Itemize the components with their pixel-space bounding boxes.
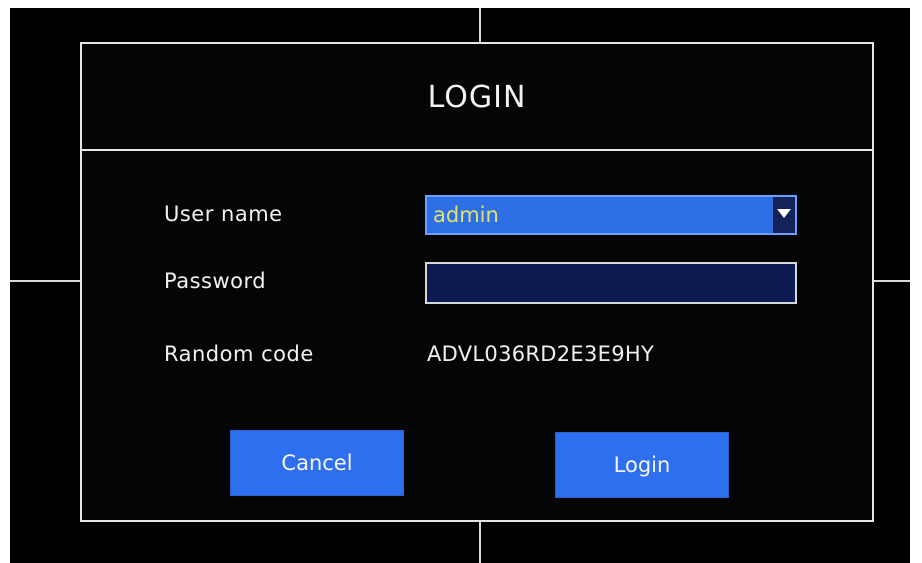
- grid-line-vertical-bottom: [479, 522, 481, 563]
- username-label: User name: [164, 202, 283, 226]
- dropdown-toggle-button[interactable]: [773, 197, 795, 233]
- random-code-label: Random code: [164, 342, 314, 366]
- login-button[interactable]: Login: [555, 432, 729, 498]
- grid-line-horizontal-right: [874, 280, 910, 282]
- username-select[interactable]: admin: [425, 195, 797, 235]
- chevron-down-icon: [777, 209, 791, 218]
- username-selected-value: admin: [433, 203, 499, 227]
- password-label: Password: [164, 269, 267, 293]
- random-code-value: ADVL036RD2E3E9HY: [427, 342, 655, 366]
- dvr-screen: LOGIN User name admin Password Random co…: [10, 8, 910, 563]
- dialog-title: LOGIN: [427, 80, 527, 115]
- dialog-title-bar: LOGIN: [82, 44, 872, 151]
- cancel-button[interactable]: Cancel: [230, 430, 404, 496]
- grid-line-horizontal-left: [10, 280, 80, 282]
- login-dialog: LOGIN User name admin Password Random co…: [80, 42, 874, 522]
- grid-line-vertical-top: [479, 8, 481, 42]
- password-field[interactable]: [425, 262, 797, 304]
